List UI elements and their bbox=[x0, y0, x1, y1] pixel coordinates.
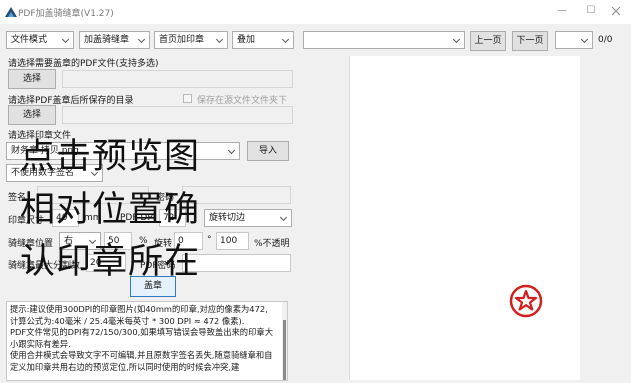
minimize-button[interactable]: — bbox=[556, 5, 568, 17]
degree-unit: ° bbox=[207, 235, 212, 245]
pdf-path-field[interactable] bbox=[62, 70, 293, 88]
select-save-dir-button[interactable]: 选择 bbox=[8, 105, 56, 125]
next-page-button[interactable]: 下一页 bbox=[512, 31, 548, 51]
edge-mode-select[interactable]: 旋转切边 bbox=[204, 209, 292, 227]
zoom-select[interactable] bbox=[555, 31, 593, 49]
app-logo-icon bbox=[5, 7, 17, 17]
select-pdf-button[interactable]: 选择 bbox=[8, 69, 56, 89]
info-paragraph: PDF文件常见的DPI有72/150/300,如果填写错误会导致盖出来的印章大小… bbox=[10, 327, 273, 349]
save-in-source-label: 保存在源文件文件夹下 bbox=[197, 96, 288, 106]
opacity-input[interactable]: 100 bbox=[216, 232, 249, 250]
preview-pane[interactable] bbox=[349, 56, 580, 380]
preview-line: 相对位置确 bbox=[20, 190, 201, 230]
info-paragraph: 提示:建议使用300DPI的印章图片(如40mm的印章,对应的像素为472,计算… bbox=[10, 304, 268, 326]
maximize-button[interactable]: ☐ bbox=[585, 5, 597, 17]
stamp-mode-select[interactable]: 加盖骑缝章 bbox=[79, 31, 150, 49]
overlay-select[interactable]: 叠加 bbox=[232, 31, 294, 49]
preview-line: 认印章所在 bbox=[20, 242, 201, 282]
page-counter: 0/0 bbox=[598, 35, 613, 45]
page-select[interactable] bbox=[303, 31, 465, 49]
first-page-select[interactable]: 首页加印章 bbox=[154, 31, 228, 49]
info-textbox[interactable]: 提示:建议使用300DPI的印章图片(如40mm的印章,对应的像素为472,计算… bbox=[6, 301, 288, 381]
close-icon[interactable] bbox=[611, 6, 621, 16]
save-in-source-checkbox[interactable] bbox=[183, 94, 192, 103]
info-scrollbar-thumb[interactable] bbox=[283, 320, 286, 380]
save-dir-path-field[interactable] bbox=[62, 106, 293, 124]
import-stamp-button[interactable]: 导入 bbox=[247, 141, 289, 161]
window-title: PDF加盖骑缝章(V1.27) bbox=[18, 9, 114, 19]
preview-line: 点击预览图 bbox=[20, 137, 201, 177]
stamp-seal-icon[interactable] bbox=[509, 284, 543, 318]
opacity-unit: %不透明 bbox=[254, 239, 290, 249]
info-paragraph: 使用合并模式会导致文字不可编辑,并且原数字签名丢失,随意骑缝章和自定义加印章共用… bbox=[10, 350, 273, 372]
file-mode-select[interactable]: 文件模式 bbox=[6, 31, 74, 49]
pdf-select-label: 请选择需要盖章的PDF文件(支持多选) bbox=[8, 59, 159, 69]
prev-page-button[interactable]: 上一页 bbox=[470, 31, 506, 51]
